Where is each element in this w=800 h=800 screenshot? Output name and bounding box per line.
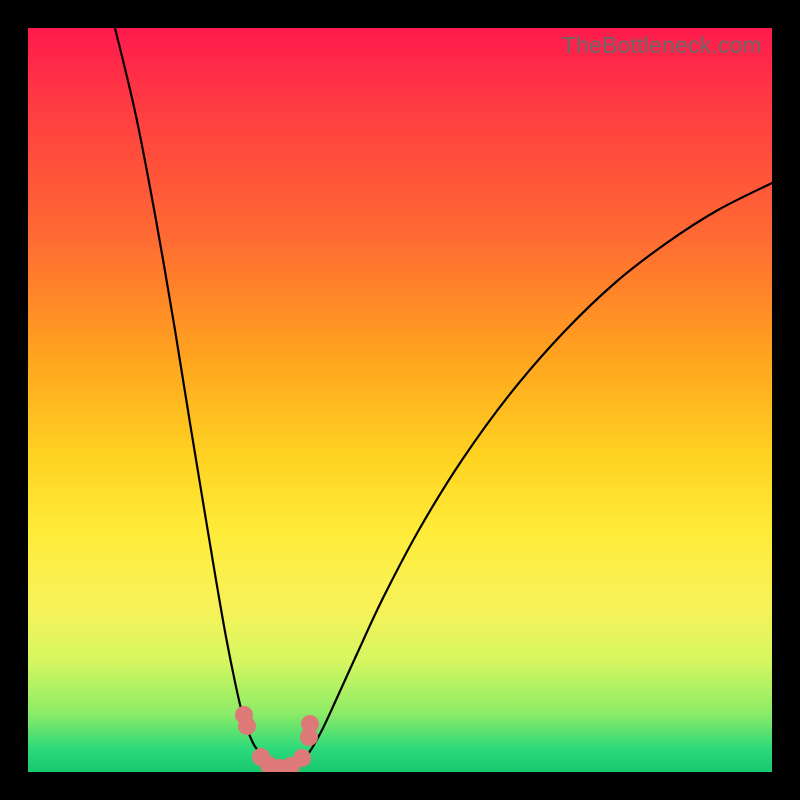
bottleneck-curve [115, 28, 772, 768]
marker-dot [293, 749, 311, 767]
plot-area: TheBottleneck.com [28, 28, 772, 772]
marker-dot [301, 715, 319, 733]
chart-svg [28, 28, 772, 772]
marker-dots [235, 706, 319, 772]
chart-frame: TheBottleneck.com [0, 0, 800, 800]
marker-dot [238, 717, 256, 735]
